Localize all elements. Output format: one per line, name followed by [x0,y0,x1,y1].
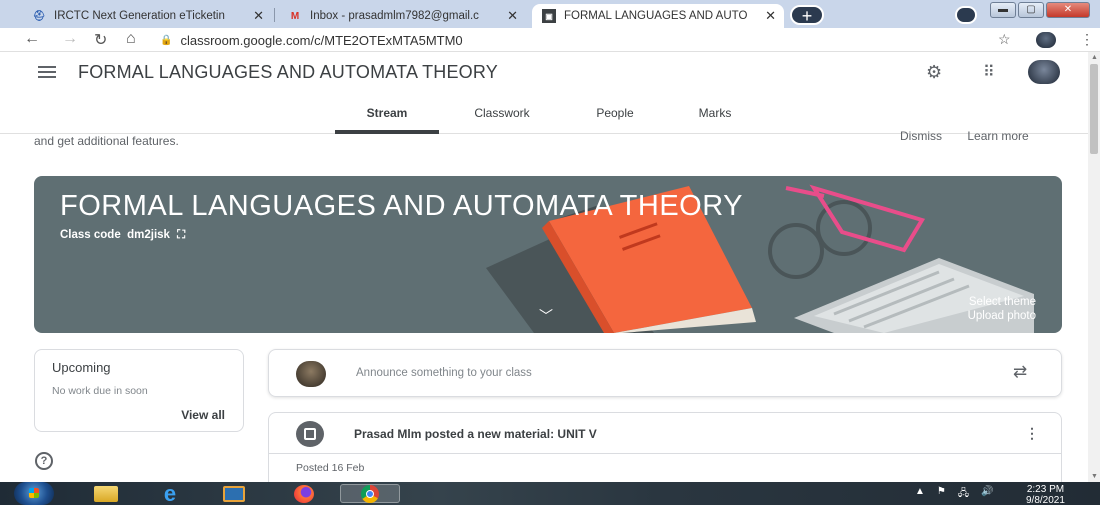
start-button[interactable] [14,482,54,505]
media-player-icon[interactable] [214,484,254,503]
window-controls: ▬ ▢ ✕ [990,2,1090,18]
view-all-link[interactable]: View all [181,408,225,422]
clock-date: 9/8/2021 [1026,495,1065,505]
classroom-icon: ▣ [542,9,556,23]
post-options-icon[interactable]: ⋮ [1025,425,1039,442]
address-bar: ← → ↻ ⌂ 🔒 classroom.google.com/c/MTE2OTE… [0,28,1100,52]
scroll-down-icon[interactable]: ▼ [1091,473,1098,480]
banner-title: FORMAL LANGUAGES AND AUTOMATA THEORY [60,190,744,222]
windows-logo-icon [29,488,39,498]
new-tab-button[interactable]: + [790,5,824,25]
classroom-header: FORMAL LANGUAGES AND AUTOMATA THEORY ⚙ ⠿… [0,52,1088,134]
browser-tab-strip: ⛑ IRCTC Next Generation eTicketin ✕ M In… [0,0,1100,28]
class-nav-tabs: Stream Classwork People Marks [335,106,765,134]
maximize-button[interactable]: ▢ [1018,2,1044,18]
clock-time: 2:23 PM [1026,484,1065,495]
irctc-icon: ⛑ [32,10,46,22]
page-scrollbar[interactable]: ▲ ▼ [1088,52,1100,482]
tab-title: IRCTC Next Generation eTicketin [54,10,225,22]
tab-marks[interactable]: Marks [665,106,765,134]
bookmark-star-icon[interactable]: ☆ [998,31,1011,48]
minimize-button[interactable]: ▬ [990,2,1016,18]
upcoming-title: Upcoming [52,360,111,375]
show-hidden-icons-icon[interactable]: ▲ [915,486,925,503]
system-tray: ▲ ⚑ 🖧 🔊 [915,486,993,503]
firefox-icon[interactable] [284,484,324,503]
url-text: classroom.google.com/c/MTE2OTExMTA5MTM0 [180,32,463,48]
upcoming-subtitle: No work due in soon [52,385,148,397]
announce-box[interactable]: Announce something to your class ⇄ [268,349,1062,397]
file-explorer-icon[interactable] [86,484,126,503]
forward-icon[interactable]: → [62,30,78,48]
settings-gear-icon[interactable]: ⚙ [926,62,942,83]
close-tab-icon[interactable]: ✕ [507,8,518,24]
browser-tab-classroom[interactable]: ▣ FORMAL LANGUAGES AND AUTO ✕ [532,4,784,28]
scroll-thumb[interactable] [1090,64,1098,154]
tab-title: Inbox - prasadmlm7982@gmail.c [310,10,479,22]
class-banner: FORMAL LANGUAGES AND AUTOMATA THEORY Cla… [34,176,1062,333]
back-icon[interactable]: ← [24,30,40,48]
select-theme-button[interactable]: Select theme [969,296,1036,308]
material-post[interactable]: Prasad Mlm posted a new material: UNIT V… [268,412,1062,482]
post-date: Posted 16 Feb [296,462,365,474]
help-icon[interactable]: ? [35,452,53,470]
browser-tab-irctc[interactable]: ⛑ IRCTC Next Generation eTicketin ✕ [22,4,272,28]
tab-divider [274,8,275,22]
post-title[interactable]: Prasad Mlm posted a new material: UNIT V [354,427,597,441]
repost-icon[interactable]: ⇄ [1013,362,1027,382]
tab-classwork[interactable]: Classwork [439,106,565,134]
gmail-icon: M [290,10,300,22]
account-avatar[interactable] [1028,60,1060,84]
tab-title: FORMAL LANGUAGES AND AUTO [564,10,748,22]
class-title[interactable]: FORMAL LANGUAGES AND AUTOMATA THEORY [78,62,498,83]
upcoming-card: Upcoming No work due in soon View all [34,349,244,432]
browser-tab-gmail[interactable]: M Inbox - prasadmlm7982@gmail.c ✕ [278,4,526,28]
action-center-flag-icon[interactable]: ⚑ [937,486,946,503]
main-menu-icon[interactable] [38,66,56,78]
material-icon [296,421,324,447]
chevron-down-icon[interactable]: ﹀ [539,306,553,326]
profile-avatar[interactable] [1036,32,1056,48]
fullscreen-icon[interactable]: ⛶ [177,229,185,241]
scroll-up-icon[interactable]: ▲ [1091,54,1098,61]
close-window-button[interactable]: ✕ [1046,2,1090,18]
lock-icon: 🔒 [160,34,173,46]
tab-people[interactable]: People [565,106,665,134]
announce-placeholder[interactable]: Announce something to your class [356,367,532,379]
class-code-label: Class code [60,229,121,241]
taskbar-clock[interactable]: 2:23 PM 9/8/2021 [1026,484,1065,505]
url-field[interactable]: 🔒 classroom.google.com/c/MTE2OTExMTA5MTM… [160,31,980,49]
reload-icon[interactable]: ↻ [94,30,107,50]
class-code: Class code dm2jisk ⛶ [60,229,185,242]
user-avatar [296,361,326,387]
home-icon[interactable]: ⌂ [126,30,136,48]
chrome-icon[interactable] [340,484,400,503]
apps-grid-icon[interactable]: ⠿ [983,62,995,82]
tab-stream[interactable]: Stream [335,106,439,134]
network-icon[interactable]: 🖧 [958,486,969,503]
volume-icon[interactable]: 🔊 [981,486,993,503]
class-code-value: dm2jisk [127,229,170,241]
notice-actions: Dismiss Learn more [900,129,1029,143]
browser-profile-icon[interactable] [955,6,977,24]
post-divider [269,453,1061,454]
windows-taskbar: e ▲ ⚑ 🖧 🔊 2:23 PM 9/8/2021 [0,481,1100,505]
close-tab-icon[interactable]: ✕ [253,8,264,24]
notice-text: and get additional features. [34,134,179,148]
upload-photo-button[interactable]: Upload photo [968,310,1036,322]
close-tab-icon[interactable]: ✕ [765,8,776,24]
browser-menu-icon[interactable]: ⋮ [1080,31,1094,48]
dismiss-button[interactable]: Dismiss [900,129,942,143]
learn-more-link[interactable]: Learn more [967,129,1028,143]
internet-explorer-icon[interactable]: e [150,481,190,505]
